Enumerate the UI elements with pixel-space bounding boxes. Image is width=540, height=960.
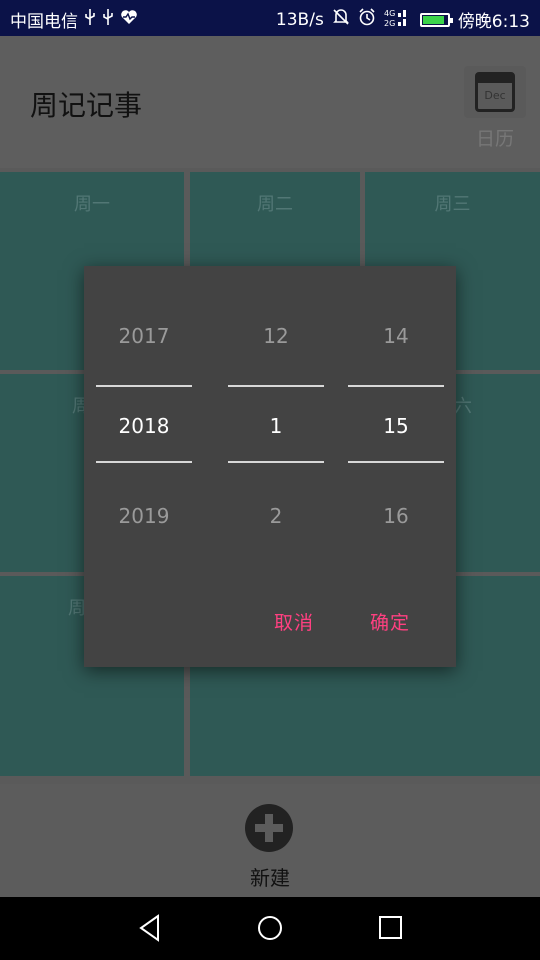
network-speed: 13B/s (275, 9, 324, 30)
month-next[interactable]: 2 (228, 496, 324, 536)
month-picker[interactable]: 12 1 2 (228, 306, 324, 576)
svg-text:2G: 2G (384, 19, 395, 27)
carrier-name: 中国电信 (10, 12, 78, 32)
week-cell-label: 周二 (257, 194, 293, 215)
battery-level (422, 15, 445, 24)
recents-icon[interactable] (377, 913, 405, 947)
battery-icon (419, 12, 453, 27)
app-header: 周记记事 Dec 日历 (0, 36, 540, 168)
picker-divider (348, 461, 444, 463)
month-prev[interactable]: 12 (228, 316, 324, 356)
home-icon[interactable] (256, 913, 284, 947)
picker-divider (228, 385, 324, 387)
day-picker[interactable]: 14 15 16 (348, 306, 444, 576)
alarm-icon (358, 8, 376, 31)
confirm-button[interactable]: 确定 (370, 608, 410, 635)
day-prev[interactable]: 14 (348, 316, 444, 356)
bottom-bar: 新建 (0, 784, 540, 897)
week-cell-label: 六 (454, 396, 472, 417)
day-next[interactable]: 16 (348, 496, 444, 536)
status-bar: 中国电信 13B/s 4G 2G 傍晚6:13 (0, 0, 540, 36)
health-icon (120, 9, 138, 30)
page-title: 周记记事 (30, 89, 143, 122)
calendar-icon: Dec (464, 66, 526, 118)
picker-divider (228, 461, 324, 463)
cancel-button[interactable]: 取消 (274, 608, 314, 635)
picker-divider (96, 385, 192, 387)
new-button-label[interactable]: 新建 (0, 862, 540, 891)
calendar-icon-text: Dec (484, 89, 506, 102)
calendar-button[interactable]: Dec 日历 (460, 66, 530, 152)
add-icon[interactable] (245, 804, 293, 852)
clock: 傍晚6:13 (457, 12, 530, 32)
picker-divider (348, 385, 444, 387)
mute-icon (332, 8, 350, 31)
year-selected[interactable]: 2018 (96, 406, 192, 446)
picker-divider (96, 461, 192, 463)
week-cell-label: 周三 (434, 194, 471, 215)
month-selected[interactable]: 1 (228, 406, 324, 446)
week-cell-label: 周一 (74, 194, 110, 215)
year-prev[interactable]: 2017 (96, 316, 192, 356)
year-picker[interactable]: 2017 2018 2019 (96, 306, 192, 576)
calendar-label: 日历 (475, 128, 514, 150)
date-picker-dialog: 2017 2018 2019 12 1 2 14 15 16 取消 确定 (84, 266, 456, 667)
signal-4g-icon: 4G 2G (384, 7, 412, 32)
usb-icon (102, 8, 114, 31)
usb-icon (84, 8, 96, 31)
back-icon[interactable] (136, 913, 164, 947)
navigation-bar (0, 897, 540, 960)
svg-text:4G: 4G (384, 9, 395, 18)
year-next[interactable]: 2019 (96, 496, 192, 536)
day-selected[interactable]: 15 (348, 406, 444, 446)
status-right: 13B/s 4G 2G 傍晚6:13 (276, 7, 530, 32)
status-left: 中国电信 (10, 7, 138, 32)
